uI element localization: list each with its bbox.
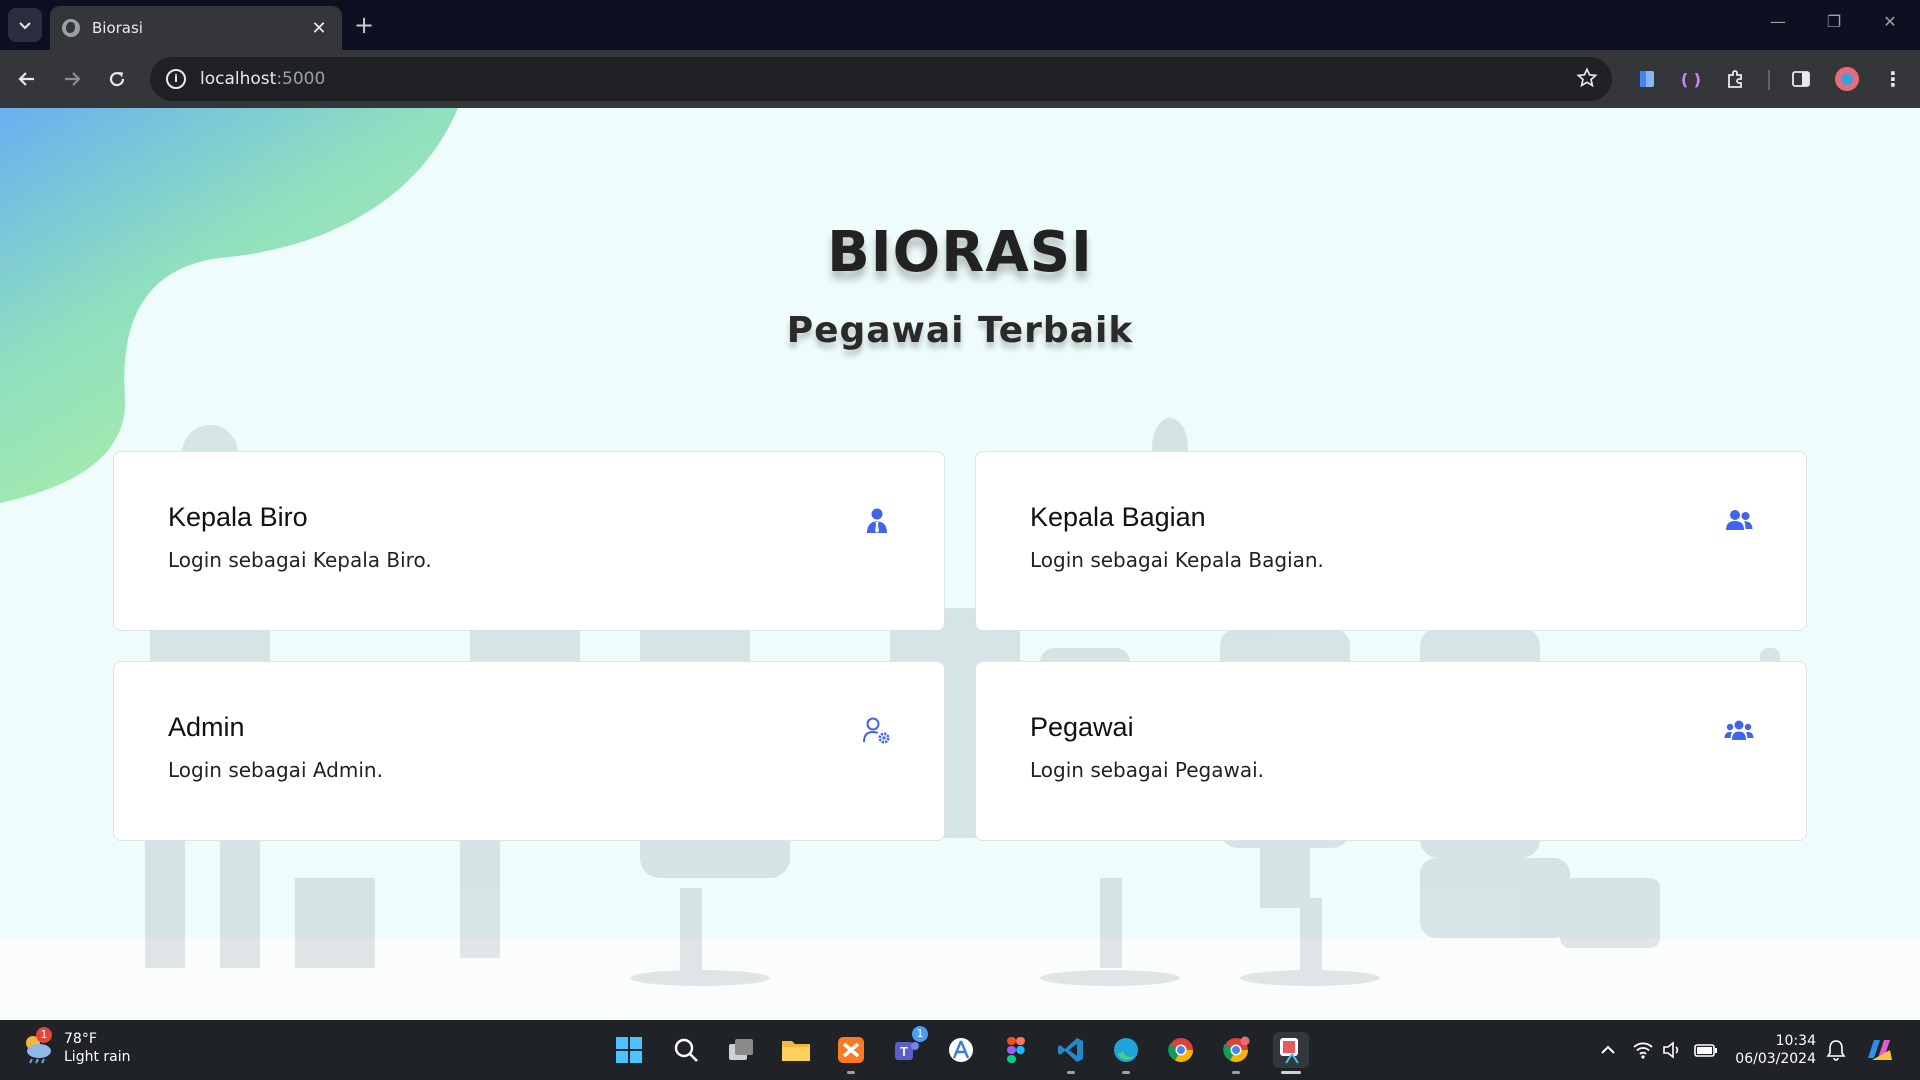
card-description: Login sebagai Kepala Biro.: [168, 548, 432, 572]
volume-icon[interactable]: [1660, 1032, 1686, 1068]
tab-title: Biorasi: [92, 19, 143, 37]
side-panel-icon[interactable]: [1788, 66, 1814, 92]
url-host: localhost: [200, 69, 277, 89]
bookmark-star-icon[interactable]: [1576, 67, 1598, 89]
browser-menu-icon[interactable]: ⋮: [1880, 66, 1906, 92]
teams-badge: 1: [912, 1026, 928, 1042]
chrome-icon[interactable]: [1163, 1032, 1199, 1068]
extension-docs-icon[interactable]: [1634, 66, 1660, 92]
profile-avatar[interactable]: [1834, 66, 1860, 92]
figma-icon[interactable]: [998, 1032, 1034, 1068]
tab-search-button[interactable]: [8, 8, 42, 42]
extensions-puzzle-icon[interactable]: [1722, 66, 1748, 92]
android-studio-icon[interactable]: [943, 1032, 979, 1068]
card-description: Login sebagai Kepala Bagian.: [1030, 548, 1324, 572]
weather-description: Light rain: [64, 1049, 131, 1065]
battery-icon[interactable]: [1692, 1032, 1720, 1068]
browser-tab-bar: Biorasi ✕ + — ❐ ✕: [0, 0, 1920, 50]
minimize-button[interactable]: —: [1758, 12, 1798, 31]
restore-button[interactable]: ❐: [1814, 12, 1854, 31]
browser-tab[interactable]: Biorasi ✕: [50, 6, 342, 50]
vscode-icon[interactable]: [1053, 1032, 1089, 1074]
xampp-icon[interactable]: [833, 1032, 869, 1074]
chevron-up-icon[interactable]: [1590, 1032, 1626, 1068]
chevron-down-icon: [19, 22, 31, 30]
new-tab-button[interactable]: +: [354, 12, 374, 38]
search-icon[interactable]: [668, 1032, 704, 1068]
edge-icon[interactable]: [1108, 1032, 1144, 1074]
browser-toolbar: i localhost:5000 ( ) ⋮: [0, 50, 1920, 108]
reload-button[interactable]: [102, 64, 132, 94]
url-port: :5000: [276, 69, 326, 89]
tab-close-icon[interactable]: ✕: [308, 18, 330, 39]
copilot-icon[interactable]: [1862, 1032, 1898, 1068]
wifi-icon[interactable]: [1630, 1032, 1656, 1068]
svg-text:T: T: [900, 1044, 908, 1059]
page-subtitle: Pegawai Terbaik: [786, 310, 1134, 351]
card-title: Kepala Bagian: [1030, 502, 1206, 532]
weather-badge: 1: [36, 1027, 52, 1043]
globe-icon: [62, 19, 80, 37]
windows-taskbar: 1 78°F Light rain T 1 10:34 06/03/2024: [0, 1020, 1920, 1080]
users-icon: [1724, 720, 1754, 740]
user-friends-icon: [1726, 510, 1753, 530]
arrow-right-icon: [65, 72, 81, 86]
weather-widget[interactable]: 1 78°F Light rain: [20, 1027, 131, 1066]
back-button[interactable]: [12, 64, 42, 94]
page-content: BIORASI Pegawai Terbaik Kepala Biro Logi…: [0, 108, 1920, 1020]
reload-icon: [109, 71, 125, 87]
site-info-icon[interactable]: i: [166, 69, 186, 89]
page-title: BIORASI: [827, 220, 1093, 285]
card-title: Pegawai: [1030, 712, 1134, 742]
snipping-tool-icon[interactable]: [1273, 1032, 1309, 1074]
card-description: Login sebagai Pegawai.: [1030, 758, 1264, 782]
user-tie-icon: [867, 508, 887, 533]
notification-bell-icon[interactable]: [1822, 1032, 1850, 1068]
address-bar[interactable]: i localhost:5000: [150, 57, 1612, 101]
login-card-kepala-bagian[interactable]: Kepala Bagian Login sebagai Kepala Bagia…: [975, 451, 1807, 631]
clock-time: 10:34: [1775, 1033, 1816, 1049]
arrow-left-icon: [18, 72, 34, 86]
chrome-profile-icon[interactable]: [1218, 1032, 1254, 1074]
weather-temperature: 78°F: [64, 1031, 97, 1047]
login-card-pegawai[interactable]: Pegawai Login sebagai Pegawai.: [975, 661, 1807, 841]
user-cog-icon: [863, 717, 890, 744]
windows-start-icon[interactable]: [611, 1032, 647, 1068]
teams-icon[interactable]: T 1: [888, 1026, 928, 1068]
system-clock[interactable]: 10:34 06/03/2024: [1735, 1032, 1816, 1068]
extension-code-icon[interactable]: ( ): [1678, 66, 1704, 92]
close-window-button[interactable]: ✕: [1870, 12, 1910, 31]
toolbar-separator: [1768, 70, 1770, 90]
card-title: Admin: [168, 712, 245, 742]
clock-date: 06/03/2024: [1735, 1051, 1816, 1067]
login-card-kepala-biro[interactable]: Kepala Biro Login sebagai Kepala Biro.: [113, 451, 945, 631]
card-title: Kepala Biro: [168, 502, 308, 532]
login-card-admin[interactable]: Admin Login sebagai Admin.: [113, 661, 945, 841]
task-view-icon[interactable]: [723, 1032, 759, 1068]
weather-rain-icon: 1: [20, 1027, 54, 1065]
card-description: Login sebagai Admin.: [168, 758, 383, 782]
file-explorer-icon[interactable]: [778, 1032, 814, 1068]
forward-button[interactable]: [57, 64, 87, 94]
